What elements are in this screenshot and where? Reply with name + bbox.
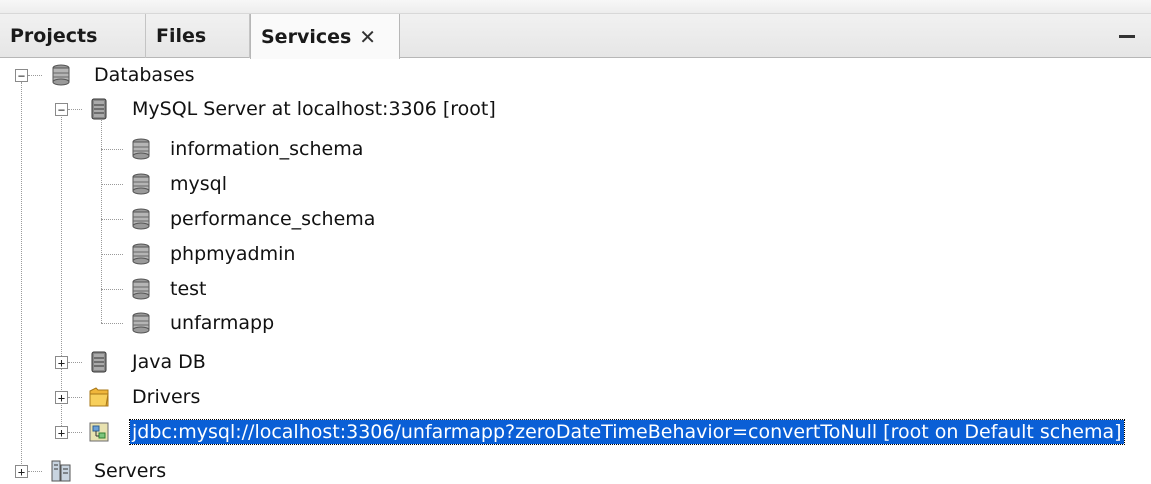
server-icon (91, 98, 107, 120)
tree-guide-line (21, 82, 22, 472)
tree-node-label: information_schema (170, 138, 364, 160)
tree-node-label: mysql (170, 173, 227, 195)
tree-connector (68, 397, 82, 398)
server-icon (91, 351, 107, 373)
tree-guide-line (101, 117, 102, 323)
tab-projects[interactable]: Projects (0, 14, 146, 58)
tree-node-label: MySQL Server at localhost:3306 [root] (132, 98, 496, 120)
tab-bar: Projects Files Services ✕ (0, 14, 1151, 59)
tree-connector (68, 362, 82, 363)
tree-node-label: Databases (94, 64, 195, 86)
tree-node-servers[interactable]: Servers (94, 454, 166, 484)
database-icon (132, 138, 150, 160)
collapse-toggle-icon[interactable]: − (15, 69, 28, 82)
tree-connector (101, 254, 123, 255)
database-icon (132, 278, 150, 300)
tree-node-connection[interactable]: jdbc:mysql://localhost:3306/unfarmapp?ze… (129, 415, 1125, 449)
database-icon (132, 208, 150, 230)
minimize-icon[interactable] (1119, 35, 1135, 38)
expand-toggle-icon[interactable]: + (55, 426, 68, 439)
tab-projects-label: Projects (10, 25, 98, 47)
tree-node-label: unfarmapp (170, 312, 275, 334)
tab-services-label: Services (261, 25, 352, 48)
tree-node-schema[interactable]: mysql (170, 167, 227, 201)
tree-node-databases[interactable]: Databases (94, 58, 195, 92)
tree-node-label: Servers (94, 460, 167, 482)
tree-node-label: phpmyadmin (170, 243, 296, 265)
expand-toggle-icon[interactable]: + (15, 465, 28, 478)
tree-node-label: Java DB (132, 351, 206, 373)
tree-node-label: performance_schema (170, 208, 376, 230)
tree-node-schema[interactable]: unfarmapp (170, 306, 274, 340)
tree-connector (101, 219, 123, 220)
servers-icon (51, 460, 71, 482)
tree-node-drivers[interactable]: Drivers (132, 380, 200, 414)
tree-node-label: jdbc:mysql://localhost:3306/unfarmapp?ze… (129, 419, 1125, 445)
tree-connector (101, 184, 123, 185)
tree-guide-line (61, 117, 62, 432)
tree-node-mysql-server[interactable]: MySQL Server at localhost:3306 [root] (132, 92, 496, 126)
expand-toggle-icon[interactable]: + (55, 356, 68, 369)
folder-icon (89, 387, 109, 407)
tree-connector (68, 432, 82, 433)
database-icon (132, 243, 150, 265)
tree-node-label: Drivers (132, 386, 201, 408)
tree-connector (28, 471, 42, 472)
tree-connector (101, 149, 123, 150)
tree-connector (101, 289, 123, 290)
connection-icon (89, 422, 109, 442)
expand-toggle-icon[interactable]: + (55, 391, 68, 404)
tree-node-schema[interactable]: phpmyadmin (170, 237, 295, 271)
database-icon (132, 312, 150, 334)
tab-services[interactable]: Services ✕ (250, 14, 400, 59)
tree-node-schema[interactable]: information_schema (170, 132, 363, 166)
tree-node-schema[interactable]: test (170, 272, 207, 306)
tree-node-label: test (170, 278, 207, 300)
tree-node-java-db[interactable]: Java DB (132, 345, 206, 379)
tab-files-label: Files (156, 25, 207, 47)
database-stack-icon (52, 64, 70, 86)
database-icon (132, 173, 150, 195)
tree-connector (101, 323, 123, 324)
tab-files[interactable]: Files (146, 14, 250, 58)
tree-node-schema[interactable]: performance_schema (170, 202, 375, 236)
services-tree: − Databases − MySQL Server at localhost:… (0, 58, 1151, 484)
collapse-toggle-icon[interactable]: − (55, 103, 68, 116)
window-top-strip (0, 0, 1151, 14)
tree-connector (68, 109, 82, 110)
close-icon[interactable]: ✕ (359, 25, 376, 49)
tree-connector (28, 75, 42, 76)
